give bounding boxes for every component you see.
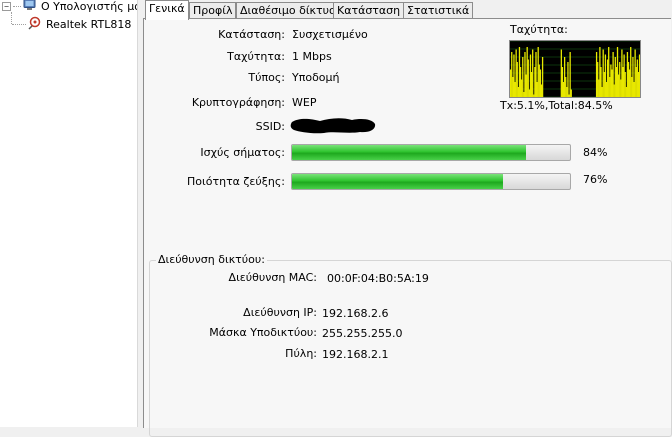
throughput-title: Ταχύτητα: [510,23,568,36]
status-label: Κατάσταση: [218,28,285,41]
subnet-mask-value: 255.255.255.0 [322,327,403,340]
graph-sample [597,62,599,97]
subnet-mask-label: Μάσκα Υποδικτύου: [209,326,317,339]
signal-strength-percent: 84% [583,146,608,159]
network-type-label: Τύπος: [248,71,285,84]
tree-item-label: Realtek RTL818 [46,17,132,31]
status-value: Συσχετισμένο [292,28,368,41]
graph-sample [565,77,567,97]
wireless-adapter-icon [28,16,42,33]
graph-sample [603,72,605,97]
graph-sample [636,59,638,97]
ip-address-value: 192.168.2.6 [322,307,389,320]
graph-sample [512,77,514,97]
computer-icon [23,0,37,14]
graph-sample [610,64,612,97]
graph-sample [538,64,540,97]
graph-sample [570,89,572,97]
gateway-label: Πύλη: [285,347,317,360]
link-quality-fill [292,174,504,189]
ssid-redaction [290,118,376,134]
tab-status[interactable]: Κατάσταση [333,2,405,18]
graph-sample [638,54,640,97]
graph-sample [616,47,619,97]
graph-sample [623,54,625,97]
tree-item-label: Ο Υπολογιστής μο [41,0,137,13]
graph-sample [541,57,544,97]
link-quality-label: Ποιότητα ζεύξης: [187,175,285,188]
tab-statistics[interactable]: Στατιστικά [403,2,474,18]
ip-address-label: Διεύθυνση IP: [243,306,317,319]
throughput-graph [509,40,641,98]
device-tree: − Ο Υπολογιστής μο Realtek RTL818 [0,0,137,427]
tree-connector [13,5,21,7]
collapse-toggle[interactable]: − [2,1,11,11]
link-quality-bar [291,173,571,190]
throughput-stats: Tx:5.1%,Total:84.5% [500,99,613,112]
speed-label: Ταχύτητα: [227,50,285,63]
network-address-group-title: Διεύθυνση δικτύου: [156,253,267,266]
encryption-label: Κρυπτογράφηση: [191,96,285,109]
signal-strength-label: Ισχύς σήματος: [200,146,285,159]
tab-general[interactable]: Γενικά [145,0,189,20]
graph-sample [525,74,527,97]
tab-strip: Γενικά Προφίλ Διαθέσιμο δίκτυο Κατάσταση… [143,0,672,20]
graph-sample [522,57,524,97]
network-address-group [149,260,672,437]
signal-strength-fill [292,145,526,160]
gateway-value: 192.168.2.1 [322,348,389,361]
graph-sample [532,49,534,97]
tree-connector [12,23,26,25]
tree-item-adapter[interactable]: Realtek RTL818 [12,16,131,32]
network-type-value: Υποδομή [292,71,340,84]
graph-sample [630,47,632,97]
speed-value: 1 Mbps [292,50,332,63]
link-quality-percent: 76% [583,173,608,186]
graph-sample [567,62,569,97]
graph-sample [518,47,521,97]
ssid-label: SSID: [255,120,285,133]
encryption-value: WEP [292,96,317,109]
mac-address-label: Διεύθυνση MAC: [228,271,317,284]
tab-profiles[interactable]: Προφίλ [189,2,237,18]
tree-item-computer[interactable]: − Ο Υπολογιστής μο [2,0,137,14]
mac-address-value: 00:0F:04:B0:5A:19 [327,272,429,285]
tab-available-network[interactable]: Διαθέσιμο δίκτυο [236,2,340,18]
signal-strength-bar [291,144,571,161]
